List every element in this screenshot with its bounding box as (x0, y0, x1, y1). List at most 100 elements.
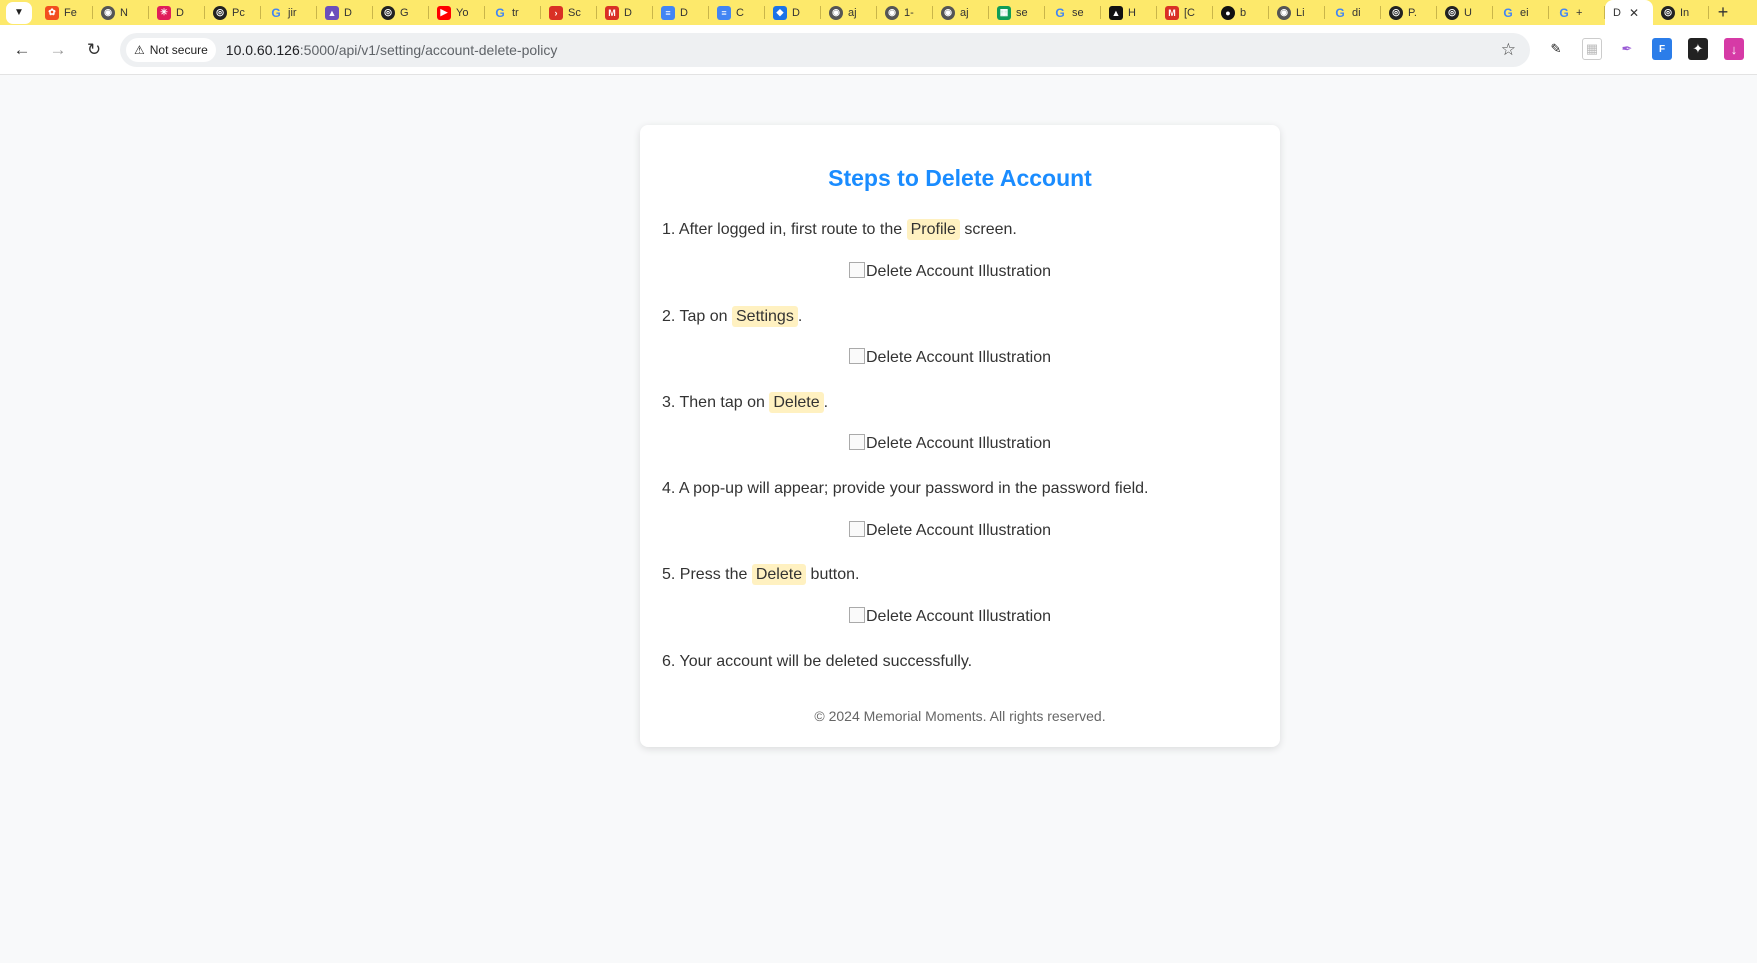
tab-item[interactable]: ▶ Yo (429, 0, 485, 25)
tab-label: Yo (456, 6, 469, 19)
tab-item[interactable]: ◎ G (373, 0, 429, 25)
tab-item[interactable]: ▲ H (1101, 0, 1157, 25)
tab-label: [C (1184, 6, 1195, 19)
step-text: Your account will be deleted successfull… (679, 653, 973, 670)
puzzle-extension-icon[interactable]: ✦ (1688, 38, 1708, 60)
step-text: Press the (679, 566, 748, 583)
globe-icon: ◉ (829, 5, 843, 20)
tab-label: D (680, 6, 688, 19)
tab-label: H (1128, 6, 1136, 19)
tab-strip: ▼ ✿ Fe ◉ N ✳ D ◎ Pc Gjir ▲ D ◎ G ▶ Yo Gtr › Sc M D ≡ D ≡ C ◆ D ◉ aj… (0, 0, 1757, 25)
bookmark-star-icon[interactable]: ☆ (1501, 40, 1516, 60)
reload-button[interactable]: ↻ (76, 32, 112, 68)
tab-label: se (1072, 6, 1084, 19)
new-tab-button[interactable]: + (1709, 0, 1737, 25)
globe-icon: ◉ (885, 5, 899, 20)
tab-label: In (1680, 6, 1690, 19)
step-2: 2. Tap on Settings. (662, 306, 802, 327)
broken-image-icon (849, 434, 865, 450)
tab-item[interactable]: Gse (1045, 0, 1101, 25)
highlight-delete: Delete (769, 392, 824, 413)
active-tab-label: D (1613, 6, 1621, 19)
image-alt-text: Delete Account Illustration (866, 608, 1051, 625)
tab-item[interactable]: M [C (1157, 0, 1213, 25)
app-icon: ▲ (1109, 5, 1123, 20)
close-tab-icon[interactable]: ✕ (1629, 6, 1639, 20)
tab-label: D (344, 6, 352, 19)
google-icon: G (1503, 5, 1513, 20)
security-chip[interactable]: ⚠ Not secure (126, 38, 216, 62)
tab-item[interactable]: ◆ D (765, 0, 821, 25)
illustration-image-5: Delete Account Illustration (620, 607, 1280, 626)
browser-toolbar: ← → ↻ ⚠ Not secure 10.0.60.126:5000/api/… (0, 25, 1757, 75)
step-number: 5. (662, 566, 676, 583)
youtube-icon: ▶ (437, 5, 451, 20)
tab-after-active[interactable]: ◎ In (1653, 0, 1709, 25)
forward-button[interactable]: → (40, 32, 76, 68)
tab-item[interactable]: ● b (1213, 0, 1269, 25)
tab-item[interactable]: ✿ Fe (37, 0, 93, 25)
step-4: 4. A pop-up will appear; provide your pa… (662, 480, 1149, 498)
tab-item[interactable]: ◉ aj (821, 0, 877, 25)
security-label: Not secure (149, 43, 208, 57)
step-text: Tap on (679, 308, 728, 325)
tab-item[interactable]: ◎ Pc (205, 0, 261, 25)
translate-extension-icon[interactable]: F (1652, 38, 1672, 60)
broken-image-icon (849, 521, 865, 537)
address-bar[interactable]: ⚠ Not secure 10.0.60.126:5000/api/v1/set… (120, 33, 1530, 67)
step-text-after: screen. (964, 221, 1017, 238)
slack-icon: ✳ (157, 5, 171, 20)
tab-item[interactable]: ≡ D (653, 0, 709, 25)
sheets-icon: ▦ (997, 5, 1011, 20)
tab-search-button[interactable]: ▼ (6, 1, 32, 24)
tab-label: Fe (64, 6, 77, 19)
tab-item[interactable]: ◎ P. (1381, 0, 1437, 25)
tab-item[interactable]: ◉ Li (1269, 0, 1325, 25)
tab-label: ei (1520, 6, 1529, 19)
download-extension-icon[interactable]: ↓ (1724, 38, 1744, 60)
tab-item[interactable]: ◉ aj (933, 0, 989, 25)
openai-icon: ◎ (1661, 5, 1675, 20)
openai-icon: ◎ (1389, 5, 1403, 20)
gmail-icon: M (1165, 5, 1179, 20)
step-3: 3. Then tap on Delete. (662, 392, 828, 413)
tab-label: G (400, 6, 409, 19)
tab-label: P. (1408, 6, 1417, 19)
tab-item[interactable]: Gtr (485, 0, 541, 25)
tab-item[interactable]: ▲ D (317, 0, 373, 25)
tab-item[interactable]: ✳ D (149, 0, 205, 25)
tab-active[interactable]: D ✕ (1605, 0, 1653, 25)
tab-label: C (736, 6, 744, 19)
tab-label: N (120, 6, 128, 19)
url-text[interactable]: 10.0.60.126:5000/api/v1/setting/account-… (226, 42, 558, 58)
tab-item[interactable]: G + (1549, 0, 1605, 25)
feather-extension-icon[interactable]: ✒ (1617, 38, 1637, 60)
step-1: 1. After logged in, first route to the P… (662, 219, 1017, 240)
grid-extension-icon[interactable]: ▦ (1582, 38, 1602, 60)
tab-item[interactable]: ◉ 1- (877, 0, 933, 25)
tab-item[interactable]: Gjir (261, 0, 317, 25)
step-text: After logged in, first route to the (678, 221, 903, 238)
tab-label: b (1240, 6, 1247, 19)
eyedropper-extension-icon[interactable]: ✎ (1546, 38, 1566, 60)
broken-image-icon (849, 607, 865, 623)
tab-item[interactable]: ▦ se (989, 0, 1045, 25)
back-button[interactable]: ← (4, 32, 40, 68)
broken-image-icon (849, 348, 865, 364)
tab-item[interactable]: ◉ N (93, 0, 149, 25)
arrow-icon: › (549, 5, 563, 20)
tab-label: jir (288, 6, 297, 19)
tab-item[interactable]: › Sc (541, 0, 597, 25)
tab-item[interactable]: Gei (1493, 0, 1549, 25)
image-alt-text: Delete Account Illustration (866, 349, 1051, 366)
tab-item[interactable]: MD (597, 0, 653, 25)
tab-item[interactable]: ≡ C (709, 0, 765, 25)
tab-item[interactable]: Gdi (1325, 0, 1381, 25)
url-host: 10.0.60.126 (225, 42, 300, 58)
step-number: 3. (662, 394, 676, 411)
tab-label: di (1352, 6, 1361, 19)
step-number: 4. (662, 480, 676, 497)
github-icon: ● (1221, 5, 1235, 20)
tab-item[interactable]: ◎ U (1437, 0, 1493, 25)
app-icon: ▲ (325, 5, 339, 20)
